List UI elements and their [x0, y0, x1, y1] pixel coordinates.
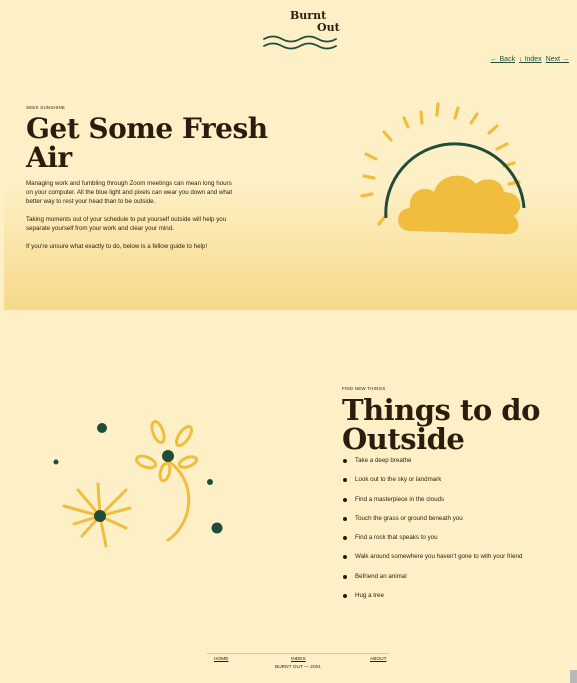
page-nav: ← Back ↓ Index Next →: [491, 56, 569, 63]
footer-divider: [207, 653, 389, 654]
sun-cloud-illustration: [360, 102, 526, 235]
list-item: Touch the grass or ground beneath you: [342, 514, 522, 533]
hero-section: Burnt Out ← Back ↓ Index Next → SEEK SUN…: [4, 4, 577, 310]
back-link[interactable]: ← Back: [491, 56, 516, 63]
section2-title-line2: Outside: [342, 422, 465, 456]
bullet-icon: [343, 459, 347, 463]
hero-paragraph-3: If you're unsure what exactly to do, bel…: [26, 243, 208, 250]
section2-title-line1: Things to do: [342, 393, 540, 427]
hero-paragraph-2-line1: Taking moments out of your schedule to p…: [26, 216, 227, 223]
outside-activities-list: Take a deep breathe Look out to the sky …: [342, 456, 522, 610]
hero-paragraph-2-line2: separate yourself from your work and cle…: [26, 225, 174, 232]
logo-text-out: Out: [317, 21, 340, 34]
scrollbar-thumb[interactable]: [570, 670, 577, 683]
list-item: Look out to the sky or landmark: [342, 475, 522, 494]
section2-eyebrow: FIND NEW THINGS: [342, 386, 386, 391]
hero-paragraph-1-line3: better way to rest your head than to be …: [26, 198, 156, 205]
footer-about-link[interactable]: ABOUT: [370, 657, 387, 662]
index-link[interactable]: ↓ Index: [519, 56, 542, 63]
wave-icon: [263, 35, 337, 50]
hero-paragraph-1-line2: on your computer. All the blue light and…: [26, 189, 233, 196]
next-link[interactable]: Next →: [546, 56, 569, 63]
bullet-icon: [343, 574, 347, 579]
list-item: Befriend an animal: [342, 572, 522, 591]
flowers-illustration: [53, 420, 223, 548]
hero-title-line1: Get Some Fresh: [26, 112, 268, 145]
list-item: Find a rock that speaks to you: [342, 533, 522, 552]
hero-eyebrow: SEEK SUNSHINE: [26, 105, 66, 110]
bullet-icon: [343, 555, 347, 560]
footer-index-link[interactable]: INDEX: [291, 657, 306, 662]
list-item: Hug a tree: [342, 591, 522, 610]
hero-title-line2: Air: [26, 141, 72, 174]
list-item: Walk around somewhere you haven't gone t…: [342, 552, 522, 571]
list-item: Find a masterpiece in the clouds: [342, 495, 522, 514]
list-item: Take a deep breathe: [342, 456, 522, 475]
bullet-icon: [343, 497, 347, 502]
footer-copyright: BURNT OUT — 2021: [275, 665, 321, 670]
bullet-icon: [343, 516, 347, 521]
hero-paragraph-1-line1: Managing work and fumbling through Zoom …: [26, 180, 232, 187]
page: Burnt Out ← Back ↓ Index Next → SEEK SUN…: [4, 4, 577, 683]
logo[interactable]: Burnt Out: [262, 8, 346, 52]
footer-home-link[interactable]: HOME: [214, 657, 228, 662]
bullet-icon: [343, 594, 347, 599]
bullet-icon: [343, 478, 347, 483]
bullet-icon: [343, 536, 347, 541]
